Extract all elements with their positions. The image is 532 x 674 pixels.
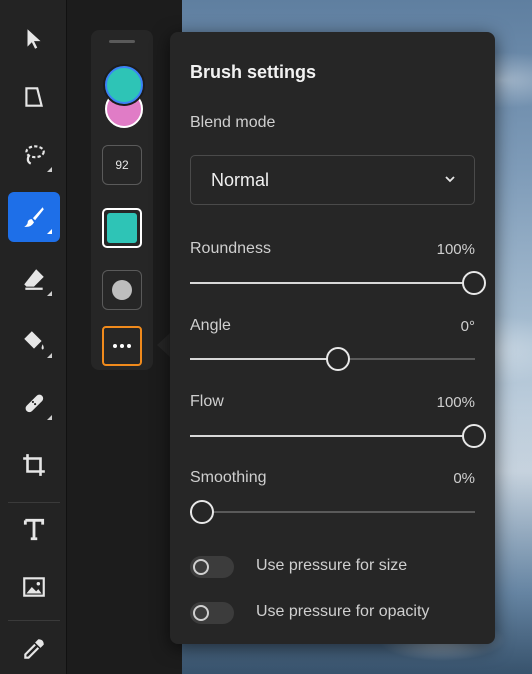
- blend-mode-value: Normal: [211, 170, 270, 190]
- submenu-indicator-icon: [47, 415, 52, 420]
- panel-title: Brush settings: [190, 62, 317, 82]
- blend-mode-label: Blend mode: [190, 114, 276, 131]
- brush-tool-button[interactable]: [8, 192, 60, 242]
- pressure-opacity-label: Use pressure for opacity: [256, 603, 430, 620]
- tool-options-strip: 92: [91, 30, 153, 370]
- angle-value: 0°: [460, 318, 475, 335]
- brush-hardness-button[interactable]: [102, 270, 142, 310]
- pressure-size-toggle[interactable]: [190, 556, 234, 578]
- lasso-tool-button[interactable]: [8, 130, 60, 180]
- bandage-icon: [25, 394, 44, 413]
- eyedropper-icon: [24, 639, 44, 659]
- tool-rail: [0, 0, 67, 674]
- eyedropper-tool-button[interactable]: [8, 624, 60, 674]
- smoothing-slider[interactable]: [190, 499, 475, 525]
- angle-slider[interactable]: [190, 346, 475, 372]
- type-icon: [23, 518, 45, 541]
- submenu-indicator-icon: [47, 353, 52, 358]
- flow-label: Flow: [190, 393, 224, 410]
- brush-icon: [24, 207, 44, 227]
- blend-mode-dropdown[interactable]: Normal: [190, 155, 475, 205]
- smoothing-label: Smoothing: [190, 469, 267, 486]
- paint-bucket-icon: [24, 331, 44, 350]
- transform-tool-button[interactable]: [8, 72, 60, 122]
- slider-track: [190, 511, 475, 513]
- paint-bucket-tool-button[interactable]: [8, 316, 60, 366]
- more-settings-button[interactable]: [102, 326, 142, 366]
- submenu-indicator-icon: [47, 229, 52, 234]
- roundness-value: 100%: [436, 241, 475, 258]
- slider-fill: [190, 282, 474, 284]
- crop-icon: [23, 454, 45, 476]
- slider-fill: [190, 358, 338, 360]
- toggle-knob: [193, 559, 209, 575]
- foreground-color-swatch[interactable]: [105, 66, 143, 104]
- flow-value: 100%: [436, 394, 475, 411]
- brush-settings-panel: Brush settings Blend mode Normal Roundne…: [170, 32, 495, 644]
- brush-size-button[interactable]: 92: [102, 145, 142, 185]
- pressure-size-label: Use pressure for size: [256, 557, 408, 574]
- transform-icon: [25, 87, 43, 107]
- healing-tool-button[interactable]: [8, 378, 60, 428]
- image-icon: [23, 577, 45, 597]
- brush-tip-button[interactable]: [102, 208, 142, 248]
- arrow-pointer-icon: [27, 29, 41, 49]
- eraser-tool-button[interactable]: [8, 254, 60, 304]
- pressure-opacity-toggle[interactable]: [190, 602, 234, 624]
- lasso-icon: [25, 145, 45, 165]
- more-options-icon: [113, 344, 131, 348]
- image-tool-button[interactable]: [8, 562, 60, 612]
- submenu-indicator-icon: [47, 291, 52, 296]
- slider-thumb[interactable]: [462, 271, 486, 295]
- drag-handle[interactable]: [109, 40, 135, 43]
- toolbar-divider: [8, 502, 60, 503]
- type-tool-button[interactable]: [8, 504, 60, 554]
- eraser-icon: [24, 269, 44, 290]
- toggle-knob: [193, 605, 209, 621]
- chevron-down-icon: [445, 176, 455, 183]
- brush-tip-preview: [107, 213, 137, 243]
- slider-fill: [190, 435, 474, 437]
- slider-thumb[interactable]: [462, 424, 486, 448]
- roundness-slider[interactable]: [190, 270, 486, 296]
- panel-pointer: [157, 333, 170, 357]
- slider-thumb[interactable]: [326, 347, 350, 371]
- roundness-label: Roundness: [190, 240, 271, 257]
- submenu-indicator-icon: [47, 167, 52, 172]
- smoothing-value: 0%: [453, 470, 475, 487]
- angle-label: Angle: [190, 317, 231, 334]
- color-swatches[interactable]: [103, 66, 143, 128]
- select-tool-button[interactable]: [8, 14, 60, 64]
- slider-thumb[interactable]: [190, 500, 214, 524]
- toolbar-divider: [8, 620, 60, 621]
- flow-slider[interactable]: [190, 423, 486, 449]
- pressure-opacity-toggle-row[interactable]: Use pressure for opacity: [190, 600, 480, 626]
- pressure-size-toggle-row[interactable]: Use pressure for size: [190, 554, 480, 580]
- hardness-dot-icon: [112, 280, 132, 300]
- crop-tool-button[interactable]: [8, 440, 60, 490]
